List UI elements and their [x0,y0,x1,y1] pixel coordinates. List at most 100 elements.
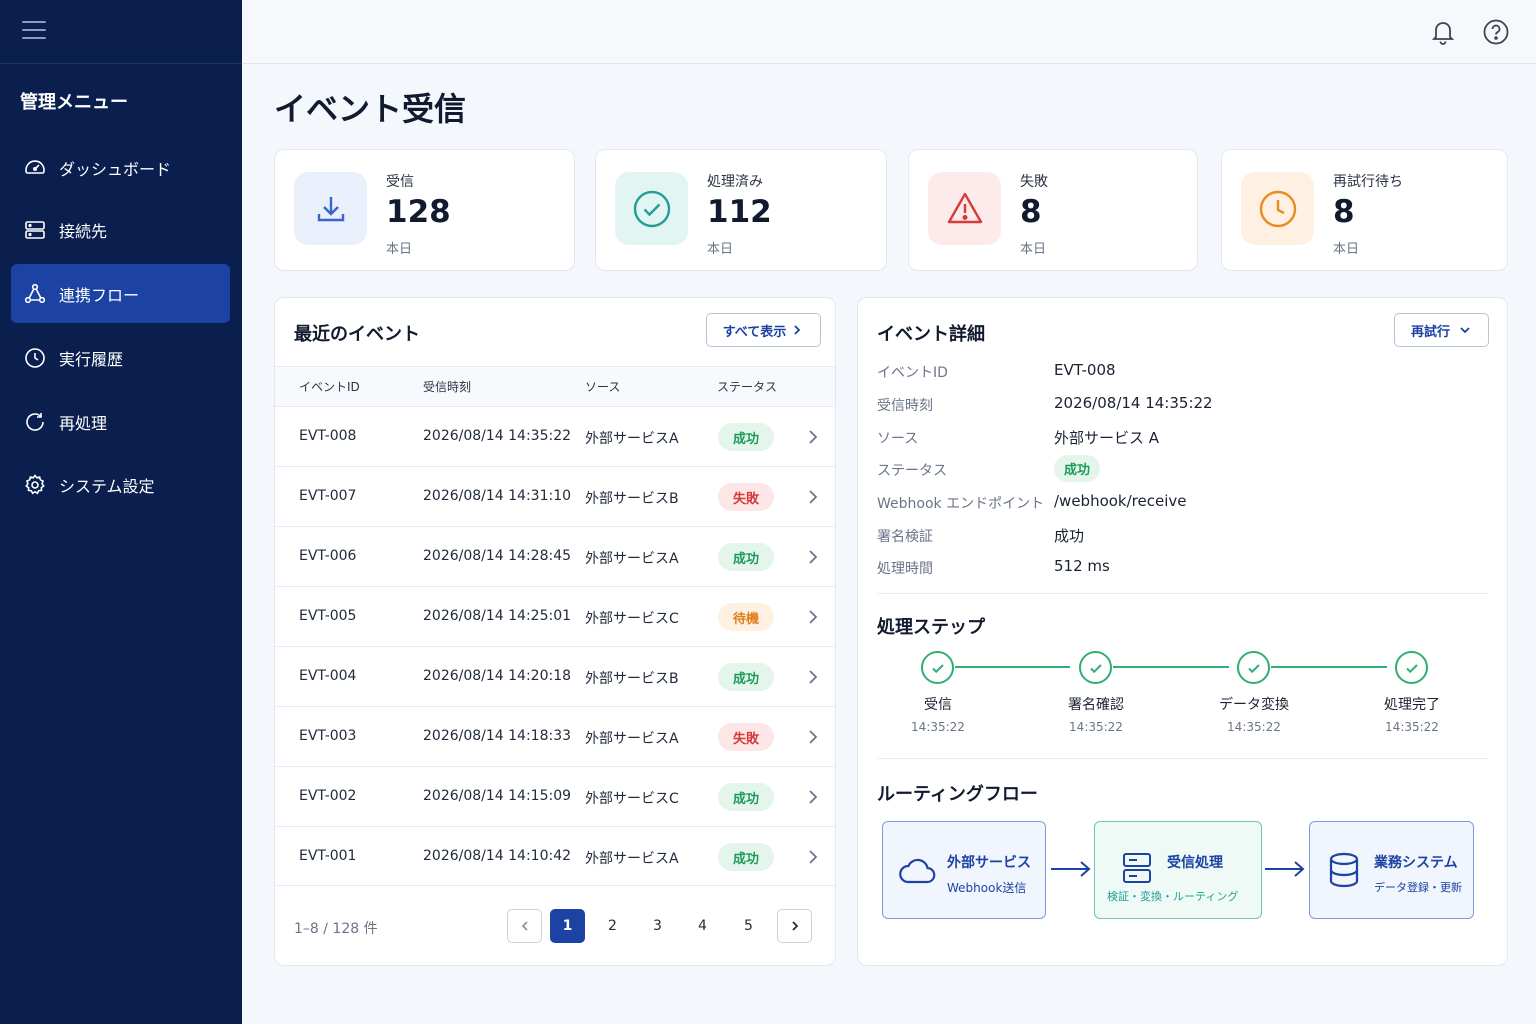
server-icon [25,220,45,239]
cell-received-time: 2026/08/14 14:20:18 [423,668,572,684]
routing-flow-title: ルーティングフロー [877,784,1038,805]
detail-label-event-id: イベントID [877,365,948,381]
table-row[interactable]: EVT-004 2026/08/14 14:20:18 外部サービスB 成功 [275,646,835,706]
table-divider [275,885,835,886]
sidebar-item-label: 再処理 [59,413,108,433]
step-time: 14:35:22 [1069,720,1123,734]
sidebar-item-dashboard[interactable]: ダッシュボード [11,138,230,197]
page-button-5[interactable]: 5 [731,909,766,943]
cell-event-id: EVT-006 [299,548,357,564]
page-button-4[interactable]: 4 [685,909,720,943]
arrow-right-icon [1051,861,1091,877]
status-badge: 待機 [718,603,774,631]
detail-value-signature: 成功 [1054,527,1085,545]
table-row[interactable]: EVT-006 2026/08/14 14:28:45 外部サービスA 成功 [275,526,835,586]
cell-source: 外部サービスC [585,611,679,627]
sidebar-item-label: 実行履歴 [59,349,124,369]
page-button-3[interactable]: 3 [640,909,675,943]
cell-event-id: EVT-001 [299,848,357,864]
routing-node-sub: データ登録・更新 [1374,881,1462,894]
table-row[interactable]: EVT-001 2026/08/14 14:10:42 外部サービスA 成功 [275,826,835,886]
sidebar-item-system-settings[interactable]: システム設定 [11,455,230,514]
chevron-right-icon[interactable] [805,727,821,747]
step-time: 14:35:22 [911,720,965,734]
refresh-icon [26,412,44,431]
stat-sub: 本日 [1333,242,1360,257]
view-all-button[interactable]: すべて表示 [706,313,821,347]
check-circle-icon [615,172,688,245]
chevron-right-icon[interactable] [805,547,821,567]
flow-nodes-icon [24,283,46,303]
cell-received-time: 2026/08/14 14:15:09 [423,788,572,804]
chevron-right-icon [791,921,798,931]
cell-source: 外部サービスC [585,791,679,807]
next-page-button[interactable] [777,909,812,943]
cell-received-time: 2026/08/14 14:35:22 [423,428,572,444]
stat-label: 失敗 [1020,174,1048,190]
chevron-right-icon[interactable] [805,487,821,507]
column-header-status: ステータス [717,380,778,394]
routing-node-title: 受信処理 [1167,855,1223,871]
table-row[interactable]: EVT-002 2026/08/14 14:15:09 外部サービスC 成功 [275,766,835,826]
status-badge: 成功 [718,843,774,871]
detail-value-received-time: 2026/08/14 14:35:22 [1054,394,1213,412]
table-row[interactable]: EVT-007 2026/08/14 14:31:10 外部サービスB 失敗 [275,466,835,526]
sidebar-item-execution-history[interactable]: 実行履歴 [11,328,230,387]
step-time: 14:35:22 [1385,720,1439,734]
gear-icon [25,473,45,494]
chevron-right-icon[interactable] [805,427,821,447]
step-time: 14:35:22 [1227,720,1281,734]
table-row[interactable]: EVT-005 2026/08/14 14:25:01 外部サービスC 待機 [275,586,835,646]
status-badge: 失敗 [718,723,774,751]
status-badge: 成功 [718,783,774,811]
status-badge: 成功 [718,423,774,451]
sidebar-item-label: ダッシュボード [59,159,172,179]
detail-label-signature: 署名検証 [877,529,933,545]
detail-value-source: 外部サービス A [1054,429,1160,447]
divider [877,758,1488,759]
detail-label-duration: 処理時間 [877,561,933,577]
sidebar-header [0,0,242,64]
warning-icon [928,172,1001,245]
step-label: 処理完了 [1384,697,1440,713]
detail-label-status: ステータス [877,463,947,479]
retry-label: 再試行 [1410,324,1450,340]
detail-label-received-time: 受信時刻 [877,398,933,414]
stat-card-retry-waiting: 再試行待ち 8 本日 [1221,149,1508,271]
chevron-right-icon[interactable] [805,667,821,687]
event-detail-title: イベント詳細 [877,324,985,345]
sidebar-item-integration-flow[interactable]: 連携フロー [11,264,230,323]
download-icon [294,172,367,245]
retry-dropdown-button[interactable]: 再試行 [1394,313,1489,347]
sidebar-item-connections[interactable]: 接続先 [11,200,230,259]
bell-icon[interactable] [1429,18,1457,46]
sidebar-title: 管理メニュー [20,92,128,113]
table-row[interactable]: EVT-003 2026/08/14 14:18:33 外部サービスA 失敗 [275,706,835,766]
routing-node-title: 業務システム [1374,855,1458,871]
cell-event-id: EVT-002 [299,788,357,804]
chevron-right-icon[interactable] [805,787,821,807]
detail-label-endpoint: Webhook エンドポイント [877,496,1045,512]
stat-value: 8 [1333,194,1355,230]
sidebar-item-label: システム設定 [59,476,155,496]
chevron-left-icon [521,921,528,931]
detail-label-source: ソース [877,431,919,447]
step-check-icon [1395,651,1428,684]
prev-page-button[interactable] [507,909,542,943]
stat-sub: 本日 [707,242,734,257]
hamburger-menu-icon[interactable] [22,21,46,43]
step-check-icon [1079,651,1112,684]
chevron-right-icon[interactable] [805,847,821,867]
chevron-right-icon[interactable] [805,607,821,627]
table-row[interactable]: EVT-008 2026/08/14 14:35:22 外部サービスA 成功 [275,406,835,466]
processing-steps-title: 処理ステップ [877,617,985,638]
step-connector [955,666,1070,668]
page-button-1[interactable]: 1 [550,909,585,943]
clock-icon [1241,172,1314,245]
chevron-right-icon [794,325,801,335]
cell-source: 外部サービスA [585,431,679,447]
status-badge: 成功 [718,543,774,571]
page-button-2[interactable]: 2 [595,909,630,943]
sidebar-item-reprocess[interactable]: 再処理 [11,392,230,451]
help-icon[interactable] [1482,18,1510,46]
